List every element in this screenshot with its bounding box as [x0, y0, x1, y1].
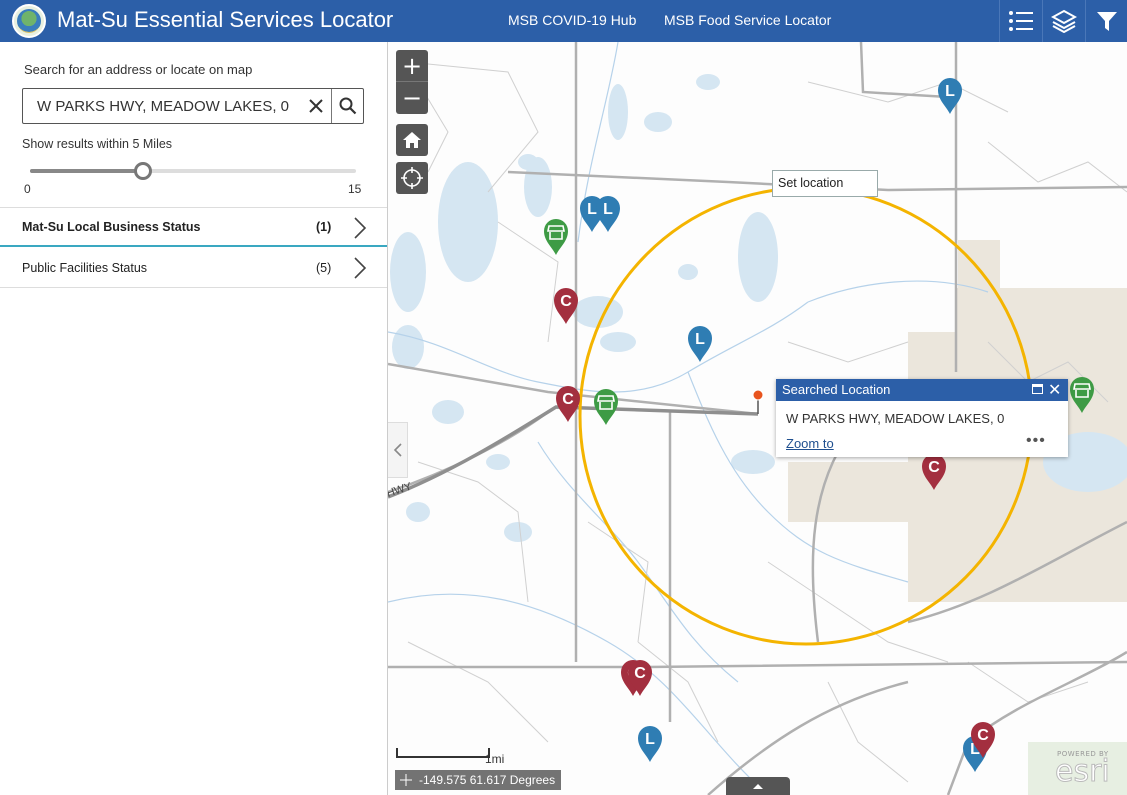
slider-min-label: 0 [24, 182, 31, 196]
chevron-up-icon [753, 784, 763, 789]
popup-address: W PARKS HWY, MEADOW LAKES, 0 [786, 411, 1005, 426]
store-marker[interactable] [544, 219, 568, 255]
covid-hub-link[interactable]: MSB COVID-19 Hub [508, 12, 636, 28]
attribute-table-toggle[interactable] [726, 777, 790, 795]
food-locator-link[interactable]: MSB Food Service Locator [664, 12, 831, 28]
search-label: Search for an address or locate on map [24, 62, 253, 77]
radius-slider-fill [30, 169, 143, 173]
marker-letter: L [587, 201, 597, 218]
scale-bar [396, 748, 490, 758]
library-marker[interactable]: L [596, 196, 620, 232]
slider-max-label: 15 [348, 182, 362, 196]
app-title: Mat-Su Essential Services Locator [57, 7, 394, 32]
zoom-to-link[interactable]: Zoom to [786, 436, 834, 451]
scale-label: 1mi [485, 752, 505, 766]
zoom-out-button[interactable]: − [396, 82, 428, 114]
crosshair-icon [400, 774, 412, 786]
home-button[interactable] [396, 124, 428, 156]
marker-letter: L [945, 83, 955, 100]
popup-title: Searched Location [776, 379, 1068, 401]
legend-list-icon [1008, 11, 1033, 31]
coordinates-readout[interactable]: -149.575 61.617 Degrees [395, 770, 561, 790]
highway-label: HWY [388, 480, 414, 500]
layers-icon [1050, 9, 1077, 33]
more-options-button[interactable]: ••• [1026, 432, 1046, 450]
locate-button[interactable] [396, 162, 428, 194]
chevron-right-icon [354, 217, 367, 239]
layer-count: (5) [316, 260, 332, 275]
marker-letter: C [560, 293, 572, 310]
marker-letter: C [562, 391, 574, 408]
chevron-right-icon [354, 257, 367, 279]
maximize-icon[interactable] [1032, 384, 1043, 394]
marker-pin [594, 389, 618, 425]
library-marker[interactable]: L [938, 78, 962, 114]
layers-button[interactable] [1042, 0, 1084, 42]
zoom-control: + − [396, 50, 428, 114]
app-header: Mat-Su Essential Services Locator MSB CO… [0, 0, 1127, 42]
library-marker[interactable]: L [688, 326, 712, 362]
legend-button[interactable] [999, 0, 1041, 42]
marker-letter: C [977, 727, 989, 744]
marker-letter: L [695, 331, 705, 348]
community-marker[interactable]: C [554, 288, 578, 324]
clear-search-button[interactable] [301, 89, 331, 123]
esri-brand-text: esri [1055, 754, 1111, 790]
set-location-tooltip: Set location [772, 170, 878, 197]
crosshair-icon [401, 167, 423, 189]
layer-row-local-business[interactable]: Mat-Su Local Business Status (1) [0, 207, 387, 247]
layer-name: Mat-Su Local Business Status [22, 219, 201, 234]
radius-slider-thumb[interactable] [134, 162, 152, 180]
borough-seal-logo [12, 4, 46, 38]
home-icon [403, 132, 421, 148]
close-icon [309, 99, 323, 113]
map-view[interactable]: HWY LLLLLLCCCCCC + − Set location Search… [388, 42, 1127, 795]
esri-logo: POWERED BY esri [1053, 750, 1123, 790]
filter-icon [1096, 12, 1117, 31]
popup-close-button[interactable]: ✕ [1048, 380, 1061, 399]
marker-letter: C [928, 459, 940, 476]
filter-button[interactable] [1085, 0, 1127, 42]
marker-letter: L [645, 731, 655, 748]
side-panel: Search for an address or locate on map S… [0, 42, 388, 795]
layer-name: Public Facilities Status [22, 260, 148, 275]
searched-location-popup: Searched Location ✕ W PARKS HWY, MEADOW … [776, 379, 1068, 457]
search-input[interactable] [23, 89, 299, 123]
search-box [22, 88, 364, 124]
radius-slider-track[interactable] [30, 169, 356, 173]
radius-label: Show results within 5 Miles [22, 137, 173, 151]
searched-location-pin[interactable] [752, 389, 764, 414]
layer-count: (1) [316, 219, 332, 234]
chevron-left-icon [393, 443, 402, 457]
store-marker[interactable] [594, 389, 618, 425]
marker-pin [544, 219, 568, 255]
search-icon [339, 97, 357, 115]
library-marker[interactable]: L [638, 726, 662, 762]
search-button[interactable] [331, 89, 364, 123]
zoom-in-button[interactable]: + [396, 50, 428, 82]
marker-letter: L [603, 201, 613, 218]
collapse-panel-button[interactable] [388, 422, 408, 478]
layer-row-public-facilities[interactable]: Public Facilities Status (5) [0, 248, 387, 288]
coordinates-text: -149.575 61.617 Degrees [419, 773, 556, 787]
marker-letter: C [634, 665, 646, 682]
